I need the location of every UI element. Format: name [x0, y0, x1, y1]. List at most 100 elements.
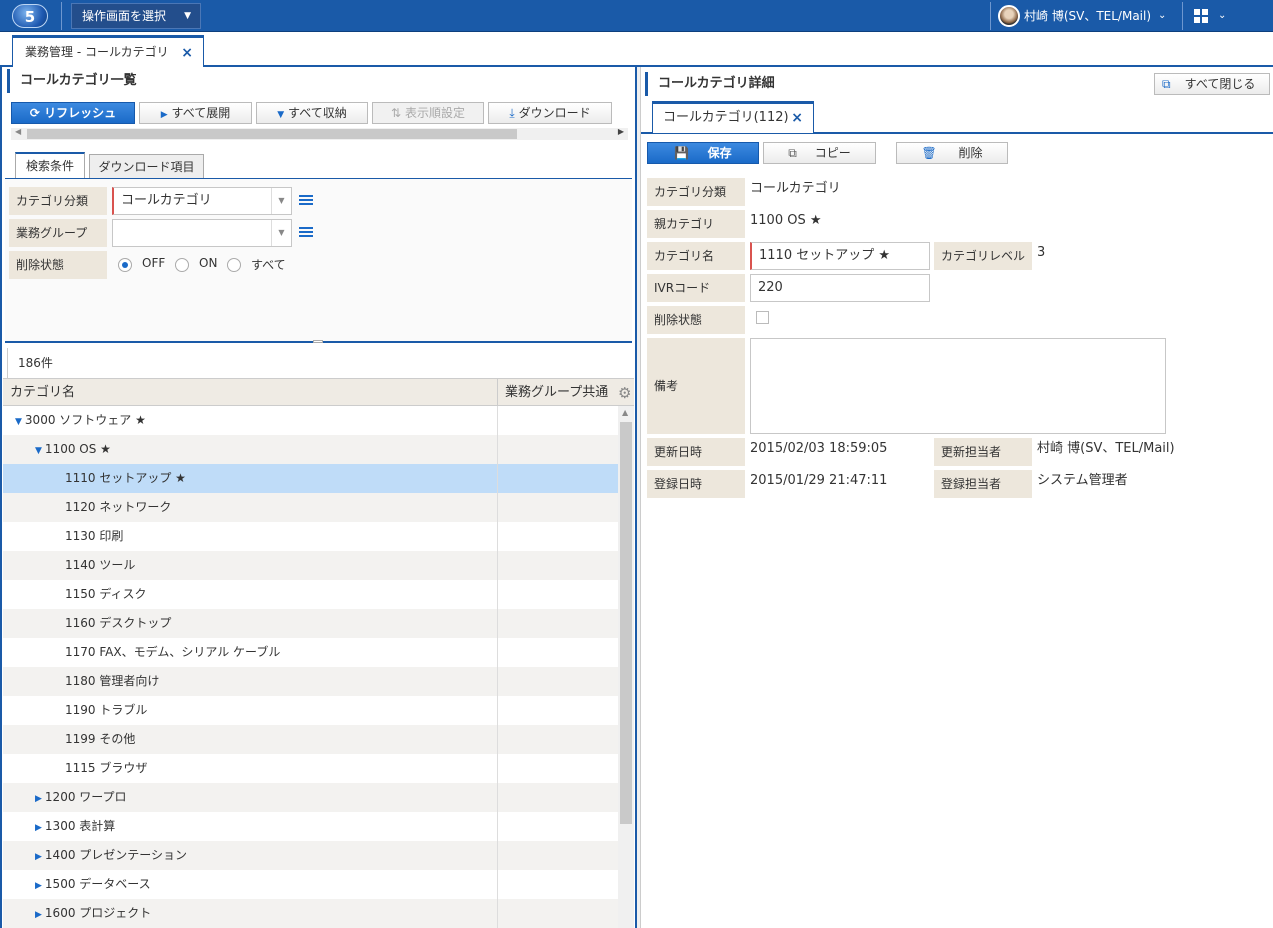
column-header-group[interactable]: 業務グループ共通: [497, 379, 617, 407]
user-name[interactable]: 村崎 博(SV、TEL/Mail): [1024, 0, 1151, 32]
category-name-cell: ▶ 1600 プロジェクト: [3, 899, 618, 928]
expand-all-button[interactable]: ▶ すべて展開: [139, 102, 252, 124]
close-icon[interactable]: ×: [791, 105, 803, 132]
delete-button[interactable]: 🗑 削除: [896, 142, 1008, 164]
horizontal-scrollbar[interactable]: ◀ ▶: [11, 127, 628, 140]
screen-select-dropdown[interactable]: 操作画面を選択 ▼: [71, 3, 201, 29]
table-row[interactable]: ▶ 1300 表計算: [3, 812, 618, 841]
copy-button[interactable]: ⧉ コピー: [763, 142, 876, 164]
table-row[interactable]: 1130 印刷: [3, 522, 618, 551]
table-row[interactable]: 1150 ディスク: [3, 580, 618, 609]
radio-off[interactable]: [118, 258, 132, 272]
app-logo[interactable]: 5: [12, 4, 48, 28]
table-row[interactable]: 1170 FAX、モデム、シリアル ケーブル: [3, 638, 618, 667]
scrollbar-thumb[interactable]: [27, 129, 517, 139]
radio-all-label: すべて: [251, 258, 286, 272]
tab-call-category-112[interactable]: コールカテゴリ(112) ×: [652, 101, 814, 133]
collapse-toggle-icon[interactable]: ▶: [35, 910, 42, 920]
collapse-all-button[interactable]: ▼ すべて収納: [256, 102, 368, 124]
category-name: 1115 ブラウザ: [65, 761, 148, 775]
table-row[interactable]: ▶ 1500 データベース: [3, 870, 618, 899]
category-name-cell: 1140 ツール: [3, 551, 618, 580]
category-name: 1110 セットアップ ★: [65, 471, 186, 485]
table-row[interactable]: 1160 デスクトップ: [3, 609, 618, 638]
category-name-cell: ▶ 1200 ワープロ: [3, 783, 618, 814]
created-at-label: 登録日時: [647, 470, 745, 498]
deleted-status-label: 削除状態: [647, 306, 745, 334]
table-row[interactable]: ▶ 1200 ワープロ: [3, 783, 618, 812]
table-row[interactable]: 1199 その他: [3, 725, 618, 754]
category-name-cell: ▶ 1500 データベース: [3, 870, 618, 901]
category-name: 1400 プレゼンテーション: [44, 848, 188, 862]
resize-handle[interactable]: [313, 340, 323, 343]
column-divider: [497, 551, 498, 580]
refresh-label: リフレッシュ: [44, 106, 117, 120]
close-icon[interactable]: ×: [181, 39, 193, 67]
updated-at-value: 2015/02/03 18:59:05: [750, 441, 888, 456]
arrow-left-icon[interactable]: ◀: [15, 127, 21, 136]
collapse-toggle-icon[interactable]: ▶: [35, 794, 42, 804]
radio-all[interactable]: [227, 258, 241, 272]
radio-on[interactable]: [175, 258, 189, 272]
copy-icon: ⧉: [788, 146, 797, 160]
table-row[interactable]: 1110 セットアップ ★: [3, 464, 618, 493]
refresh-button[interactable]: ⟳ リフレッシュ: [11, 102, 135, 124]
scrollbar-thumb[interactable]: [620, 422, 632, 824]
grid-icon[interactable]: [1194, 9, 1208, 23]
ivr-code-input[interactable]: 220: [750, 274, 930, 302]
tab-label: コールカテゴリ(112): [663, 110, 789, 125]
table-row[interactable]: 1180 管理者向け: [3, 667, 618, 696]
note-textarea[interactable]: [750, 338, 1166, 434]
tab-call-category[interactable]: 業務管理 - コールカテゴリ ×: [12, 35, 204, 68]
column-divider: [497, 725, 498, 754]
table-row[interactable]: 1120 ネットワーク: [3, 493, 618, 522]
expand-toggle-icon[interactable]: ▼: [15, 417, 22, 427]
list-icon[interactable]: [299, 195, 313, 207]
save-label: 保存: [707, 146, 732, 160]
sort-settings-button[interactable]: ⇅ 表示順設定: [372, 102, 484, 124]
list-icon[interactable]: [299, 227, 313, 239]
avatar[interactable]: [998, 5, 1020, 27]
table-row[interactable]: 1115 ブラウザ: [3, 754, 618, 783]
divider: [61, 2, 62, 30]
category-name-cell: ▼ 3000 ソフトウェア ★: [3, 406, 618, 437]
column-header-name[interactable]: カテゴリ名: [3, 379, 497, 407]
download-button[interactable]: ⤓ ダウンロード: [488, 102, 612, 124]
category-type-label: カテゴリ分類: [647, 178, 745, 206]
vertical-scrollbar[interactable]: ▲: [618, 406, 634, 928]
save-button[interactable]: 💾 保存: [647, 142, 759, 164]
deleted-checkbox[interactable]: [756, 311, 769, 324]
table-row[interactable]: ▼ 3000 ソフトウェア ★: [3, 406, 618, 435]
category-name-input[interactable]: 1110 セットアップ ★: [750, 242, 930, 270]
copy-label: コピー: [814, 146, 851, 160]
gear-icon[interactable]: ⚙: [617, 379, 634, 407]
chevron-down-icon[interactable]: ⌄: [1158, 0, 1166, 32]
expand-toggle-icon[interactable]: ▼: [35, 446, 42, 456]
collapse-toggle-icon[interactable]: ▶: [35, 852, 42, 862]
category-name-cell: ▼ 1100 OS ★: [3, 435, 618, 466]
table-row[interactable]: ▼ 1100 OS ★: [3, 435, 618, 464]
category-type-select[interactable]: コールカテゴリ ▼: [112, 187, 292, 215]
tab-download-items[interactable]: ダウンロード項目: [89, 154, 204, 179]
category-name-cell: 1170 FAX、モデム、シリアル ケーブル: [3, 638, 618, 667]
download-icon: ⤓: [509, 106, 515, 120]
category-level-value: 3: [1037, 245, 1046, 260]
category-name-label: カテゴリ名: [647, 242, 745, 270]
business-group-select[interactable]: ▼: [112, 219, 292, 247]
category-name: 1100 OS ★: [44, 442, 111, 456]
chevron-down-icon: ▼: [184, 11, 191, 21]
chevron-down-icon[interactable]: ⌄: [1218, 0, 1226, 32]
column-divider: [497, 609, 498, 638]
collapse-toggle-icon[interactable]: ▶: [35, 881, 42, 891]
table-row[interactable]: 1140 ツール: [3, 551, 618, 580]
close-all-button[interactable]: ⧉ すべて閉じる: [1154, 73, 1270, 95]
table-row[interactable]: ▶ 1600 プロジェクト: [3, 899, 618, 928]
table-row[interactable]: ▶ 1400 プレゼンテーション: [3, 841, 618, 870]
triangle-right-icon: ▶: [160, 110, 168, 120]
arrow-up-icon[interactable]: ▲: [622, 408, 628, 417]
column-divider: [497, 754, 498, 783]
table-row[interactable]: 1190 トラブル: [3, 696, 618, 725]
arrow-right-icon[interactable]: ▶: [618, 127, 624, 136]
tab-search-conditions[interactable]: 検索条件: [15, 152, 85, 179]
collapse-toggle-icon[interactable]: ▶: [35, 823, 42, 833]
